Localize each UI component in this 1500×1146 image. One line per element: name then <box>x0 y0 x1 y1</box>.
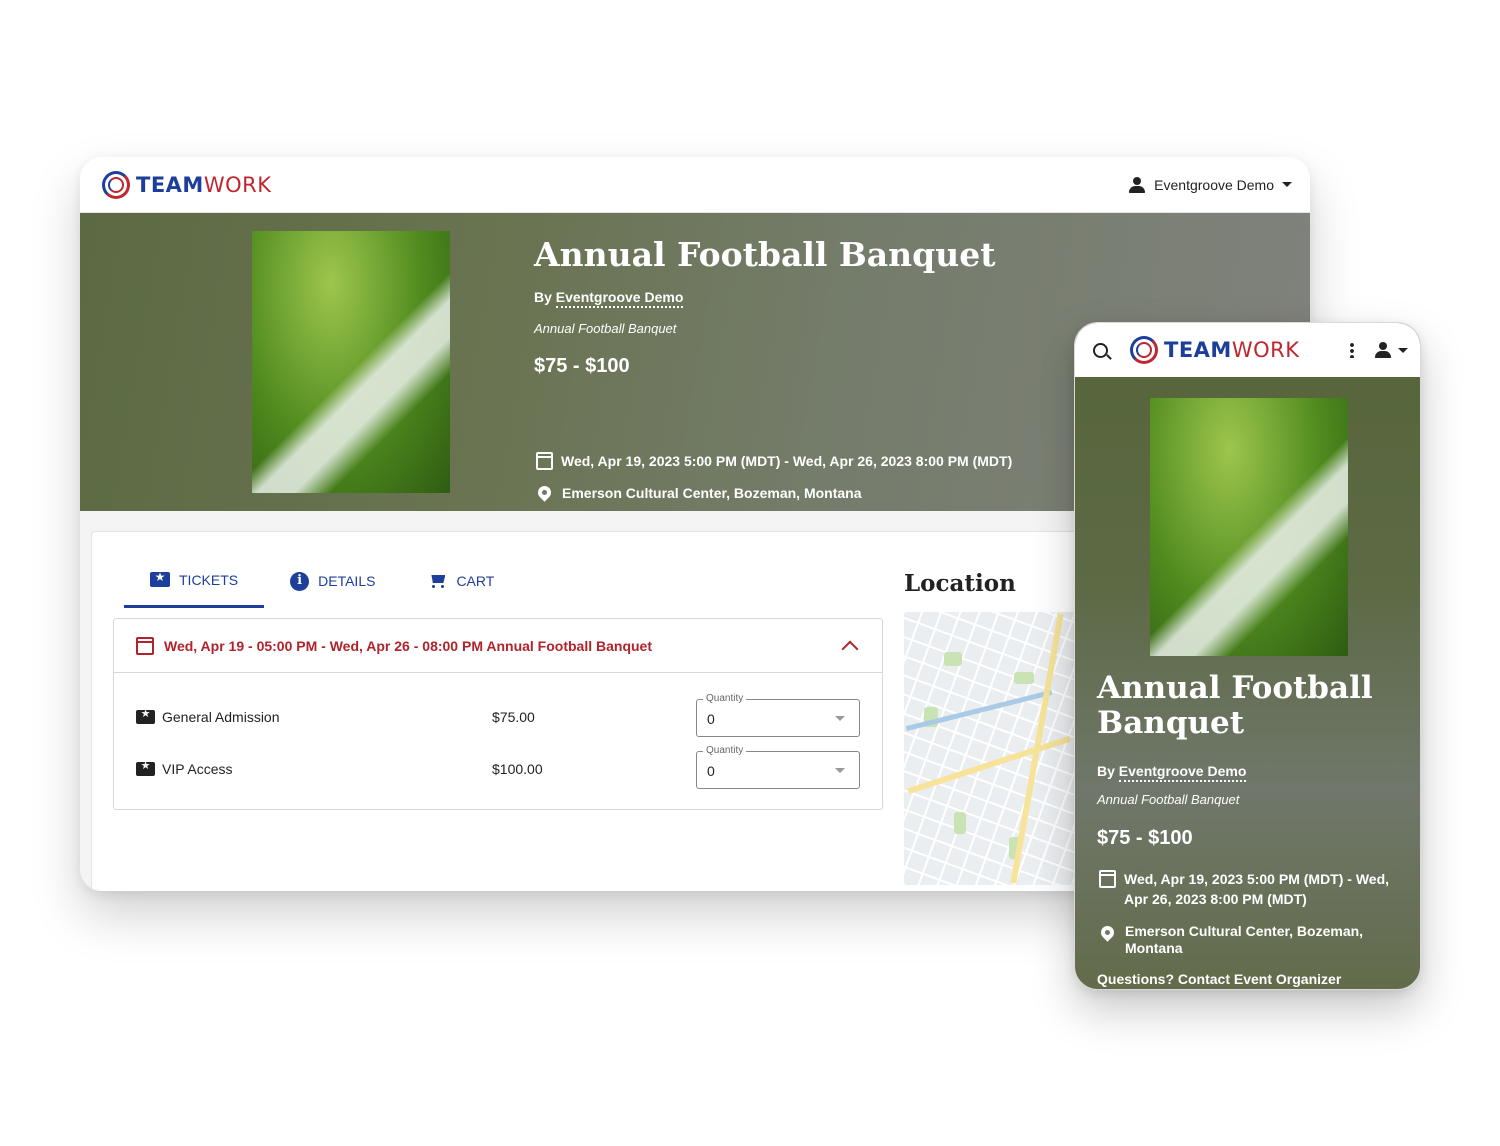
event-location: Emerson Cultural Center, Bozeman, Montan… <box>1098 923 1399 957</box>
search-icon[interactable] <box>1093 342 1108 358</box>
map-park <box>944 652 962 666</box>
quantity-select[interactable]: Quantity 0 <box>696 693 860 737</box>
ticket-price: $100.00 <box>492 761 543 777</box>
organizer-line: By Eventgroove Demo <box>1097 763 1247 782</box>
caret-down-icon <box>1282 182 1292 187</box>
mobile-header: TEAMWORK <box>1075 323 1420 377</box>
ticket-row: General Admission $75.00 Quantity 0 <box>136 693 866 737</box>
cart-icon <box>427 572 447 590</box>
ticket-row: VIP Access $100.00 Quantity 0 <box>136 745 866 789</box>
event-image <box>1150 398 1348 656</box>
event-image <box>252 231 450 493</box>
tab-bar: TICKETS DETAILS CART <box>124 554 520 608</box>
quantity-label: Quantity <box>703 745 747 756</box>
brand-logo[interactable]: TEAMWORK <box>1130 336 1299 364</box>
map-highway <box>907 735 1071 795</box>
ticket-price: $75.00 <box>492 709 535 725</box>
mobile-window: TEAMWORK Annual Football Banquet By Even… <box>1074 322 1421 990</box>
logo-ring-icon <box>1130 336 1158 364</box>
ticket-icon <box>150 570 170 587</box>
event-date: Wed, Apr 19, 2023 5:00 PM (MDT) - Wed, A… <box>1099 869 1399 909</box>
more-vertical-icon[interactable] <box>1350 342 1354 358</box>
desktop-header: TEAMWORK Eventgroove Demo <box>80 157 1310 213</box>
organizer-line: By Eventgroove Demo <box>534 289 684 308</box>
caret-down-icon <box>835 716 845 721</box>
location-heading: Location <box>904 570 1016 597</box>
person-icon <box>1128 176 1146 194</box>
ticket-icon <box>136 707 155 724</box>
person-icon <box>1374 341 1392 359</box>
organizer-link[interactable]: Eventgroove Demo <box>555 289 684 308</box>
tab-details[interactable]: DETAILS <box>264 554 401 608</box>
event-location: Emerson Cultural Center, Bozeman, Montan… <box>535 483 862 503</box>
event-title: Annual Football Banquet <box>1097 670 1373 741</box>
event-title: Annual Football Banquet <box>534 235 996 274</box>
user-name: Eventgroove Demo <box>1154 176 1274 193</box>
calendar-icon <box>1099 870 1116 888</box>
brand-logo[interactable]: TEAMWORK <box>102 170 272 199</box>
info-icon <box>290 571 310 591</box>
tab-tickets[interactable]: TICKETS <box>124 554 265 608</box>
session-label: Wed, Apr 19 - 05:00 PM - Wed, Apr 26 - 0… <box>164 637 653 654</box>
quantity-value: 0 <box>707 711 715 727</box>
event-subtitle: Annual Football Banquet <box>534 321 677 336</box>
logo-ring-icon <box>102 170 130 199</box>
tab-cart[interactable]: CART <box>401 554 520 608</box>
price-range: $75 - $100 <box>1097 827 1193 849</box>
calendar-icon <box>136 636 154 655</box>
price-range: $75 - $100 <box>534 355 630 377</box>
quantity-select[interactable]: Quantity 0 <box>696 745 860 789</box>
chevron-up-icon[interactable] <box>841 640 859 657</box>
caret-down-icon <box>1398 347 1408 353</box>
user-menu-button[interactable]: Eventgroove Demo <box>1128 176 1292 194</box>
map-park <box>1014 672 1034 684</box>
quantity-label: Quantity <box>703 693 747 704</box>
organizer-link[interactable]: Eventgroove Demo <box>1118 763 1247 782</box>
caret-down-icon <box>835 768 845 773</box>
session-panel: Wed, Apr 19 - 05:00 PM - Wed, Apr 26 - 0… <box>113 618 883 810</box>
map-pin-icon <box>1098 923 1117 942</box>
map-pin-icon <box>535 483 554 502</box>
event-subtitle: Annual Football Banquet <box>1097 792 1240 807</box>
map-park <box>954 812 966 834</box>
logo-text: TEAMWORK <box>1164 338 1300 362</box>
quantity-value: 0 <box>707 763 715 779</box>
contact-organizer-link[interactable]: Questions? Contact Event Organizer <box>1097 971 1341 987</box>
ticket-name: General Admission <box>162 709 280 725</box>
logo-text: TEAMWORK <box>136 172 272 197</box>
calendar-icon <box>536 452 553 470</box>
ticket-icon <box>136 759 155 776</box>
event-date: Wed, Apr 19, 2023 5:00 PM (MDT) - Wed, A… <box>536 451 1012 471</box>
user-menu-button[interactable] <box>1374 341 1408 359</box>
ticket-name: VIP Access <box>162 761 233 777</box>
session-header[interactable]: Wed, Apr 19 - 05:00 PM - Wed, Apr 26 - 0… <box>114 619 882 673</box>
